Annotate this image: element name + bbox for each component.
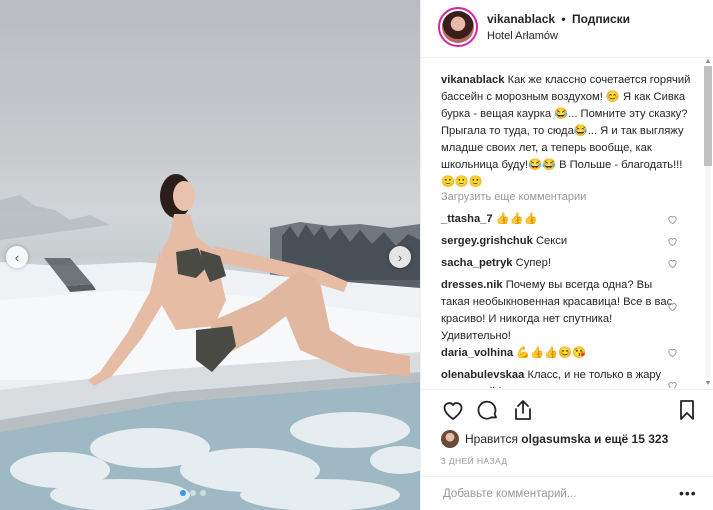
- scroll-down-icon[interactable]: ▼: [704, 380, 712, 388]
- avatar[interactable]: [438, 7, 478, 47]
- comments-scrollbar[interactable]: ▲ ▼: [703, 58, 713, 388]
- heart-icon[interactable]: [667, 214, 678, 225]
- comment-input[interactable]: [441, 485, 675, 503]
- chevron-left-icon[interactable]: ‹: [6, 246, 28, 268]
- carousel-dots: [180, 490, 206, 496]
- share-icon[interactable]: [511, 398, 535, 422]
- caption-username[interactable]: vikanablack: [441, 74, 504, 86]
- likes-line: Нравится olgasumska и ещё 15 323: [441, 430, 668, 448]
- photo-scene: [0, 174, 420, 510]
- post-timestamp[interactable]: 3 ДНЕЙ НАЗАД: [441, 456, 507, 466]
- comment-username[interactable]: sergey.grishchuk: [441, 235, 533, 247]
- comment-item: daria_volhina 💪👍👍😊😘: [441, 345, 673, 362]
- header-user-line: vikanablack • Подписки: [487, 12, 630, 26]
- heart-icon[interactable]: [441, 398, 465, 422]
- location-link[interactable]: Hotel Arłamów: [487, 30, 558, 42]
- likes-prefix: Нравится: [465, 432, 518, 446]
- likes-user[interactable]: olgasumska: [521, 432, 590, 446]
- carousel-dot: [200, 490, 206, 496]
- scrollbar-thumb[interactable]: [704, 66, 712, 166]
- comment-item: _ttasha_7 👍👍👍: [441, 211, 673, 228]
- chevron-right-icon[interactable]: ›: [389, 246, 411, 268]
- bookmark-icon[interactable]: [675, 398, 699, 422]
- comment-icon[interactable]: [476, 398, 500, 422]
- header-username[interactable]: vikanablack: [487, 12, 555, 26]
- heart-icon[interactable]: [667, 347, 678, 358]
- heart-icon[interactable]: [667, 258, 678, 269]
- liker-avatar[interactable]: [441, 430, 459, 448]
- likes-count[interactable]: и ещё 15 323: [594, 432, 668, 446]
- comment-text: Секси: [535, 235, 568, 247]
- heart-icon[interactable]: [667, 301, 678, 312]
- comment-item: sergey.grishchuk Секси: [441, 233, 673, 250]
- comment-text: Супер!: [515, 257, 551, 269]
- post-photo: ‹ ›: [0, 0, 420, 510]
- carousel-dot: [190, 490, 196, 496]
- comment-username[interactable]: daria_volhina: [441, 347, 513, 359]
- caption: vikanablack Как же классно сочетается го…: [441, 72, 693, 191]
- more-dots-icon[interactable]: •••: [679, 485, 697, 501]
- follow-status-button[interactable]: Подписки: [572, 12, 630, 26]
- caption-text: Как же классно сочетается горячий бассей…: [441, 74, 691, 188]
- load-more-comments-link[interactable]: Загрузить еще комментарии: [441, 191, 586, 203]
- comment-username[interactable]: sacha_petryk: [441, 257, 513, 269]
- heart-icon[interactable]: [667, 236, 678, 247]
- post-header: vikanablack • Подписки Hotel Arłamów: [421, 0, 713, 58]
- add-comment-area: •••: [421, 476, 713, 510]
- comment-text: 💪👍👍😊😘: [516, 347, 586, 359]
- comment-item: olenabulevskaa Класс, и не только в жару…: [441, 367, 673, 388]
- comment-username[interactable]: dresses.nik: [441, 279, 503, 291]
- header-separator: •: [561, 12, 566, 26]
- scroll-up-icon[interactable]: ▲: [704, 58, 712, 66]
- comment-item: sacha_petryk Супер!: [441, 255, 673, 272]
- comment-text: 👍👍👍: [495, 213, 538, 225]
- heart-icon[interactable]: [667, 380, 678, 388]
- comments-list: vikanablack Как же классно сочетается го…: [421, 58, 713, 388]
- post-side-panel: vikanablack • Подписки Hotel Arłamów vik…: [420, 0, 713, 510]
- carousel-dot-active: [180, 490, 186, 496]
- post-actions-bar: [421, 389, 713, 429]
- comment-item: dresses.nik Почему вы всегда одна? Вы та…: [441, 277, 673, 345]
- comment-username[interactable]: olenabulevskaa: [441, 369, 524, 381]
- comment-username[interactable]: _ttasha_7: [441, 213, 493, 225]
